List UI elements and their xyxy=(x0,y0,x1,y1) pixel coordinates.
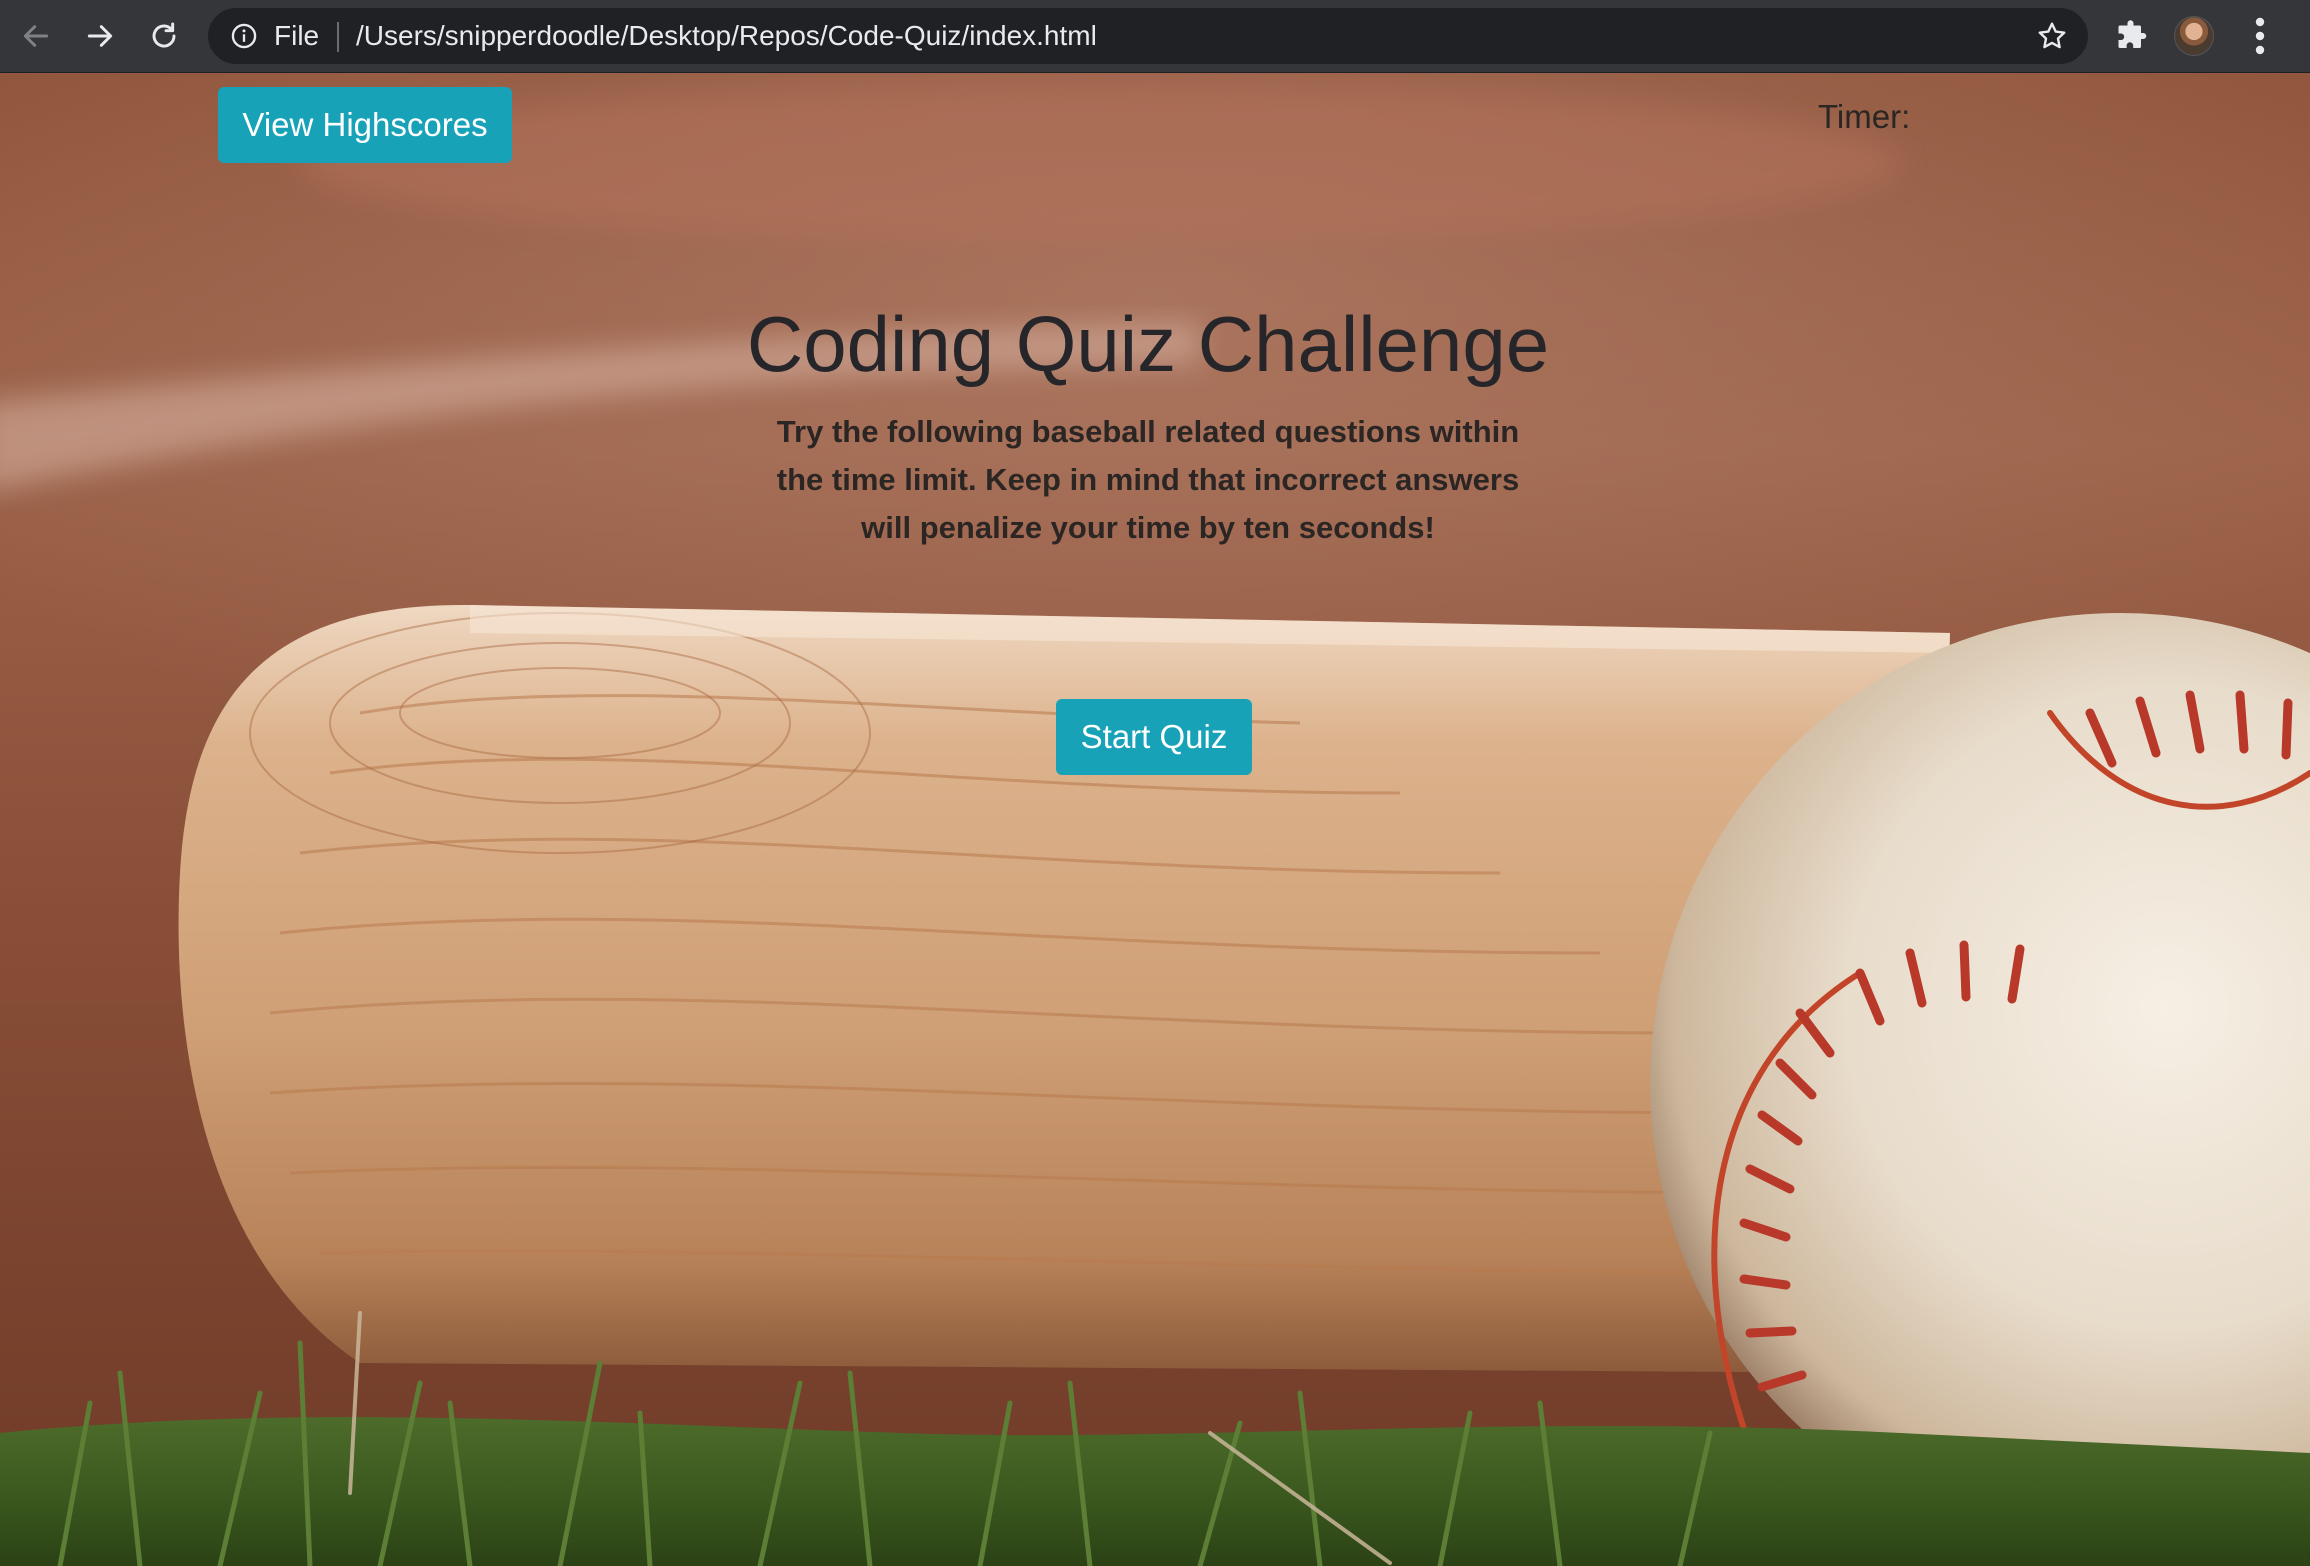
more-menu-icon[interactable] xyxy=(2246,16,2274,56)
quiz-start-screen: View Highscores Timer: Coding Quiz Chall… xyxy=(0,73,2310,1566)
browser-toolbar: File /Users/snipperdoodle/Desktop/Repos/… xyxy=(0,0,2310,73)
url-separator xyxy=(337,22,339,52)
info-icon[interactable] xyxy=(230,22,258,50)
page-viewport: View Highscores Timer: Coding Quiz Chall… xyxy=(0,73,2310,1566)
forward-arrow-icon xyxy=(87,25,113,47)
reload-button[interactable] xyxy=(142,14,186,58)
url-scheme-label: File xyxy=(274,20,320,51)
extensions-puzzle-icon[interactable] xyxy=(2114,18,2150,54)
view-highscores-button[interactable]: View Highscores xyxy=(218,87,512,163)
back-button[interactable] xyxy=(14,14,58,58)
start-quiz-button[interactable]: Start Quiz xyxy=(1056,699,1252,775)
url-text[interactable]: /Users/snipperdoodle/Desktop/Repos/Code-… xyxy=(356,21,1097,51)
intro-text: Try the following baseball related quest… xyxy=(776,414,1520,545)
profile-avatar[interactable] xyxy=(2174,16,2214,56)
address-bar[interactable]: File /Users/snipperdoodle/Desktop/Repos/… xyxy=(208,8,2088,64)
page-title: Coding Quiz Challenge xyxy=(746,300,1550,388)
back-arrow-icon xyxy=(23,25,49,47)
forward-button[interactable] xyxy=(78,14,122,58)
reload-icon xyxy=(152,22,176,48)
timer-label: Timer: xyxy=(1818,98,1911,135)
bookmark-star-icon[interactable] xyxy=(2036,20,2068,52)
